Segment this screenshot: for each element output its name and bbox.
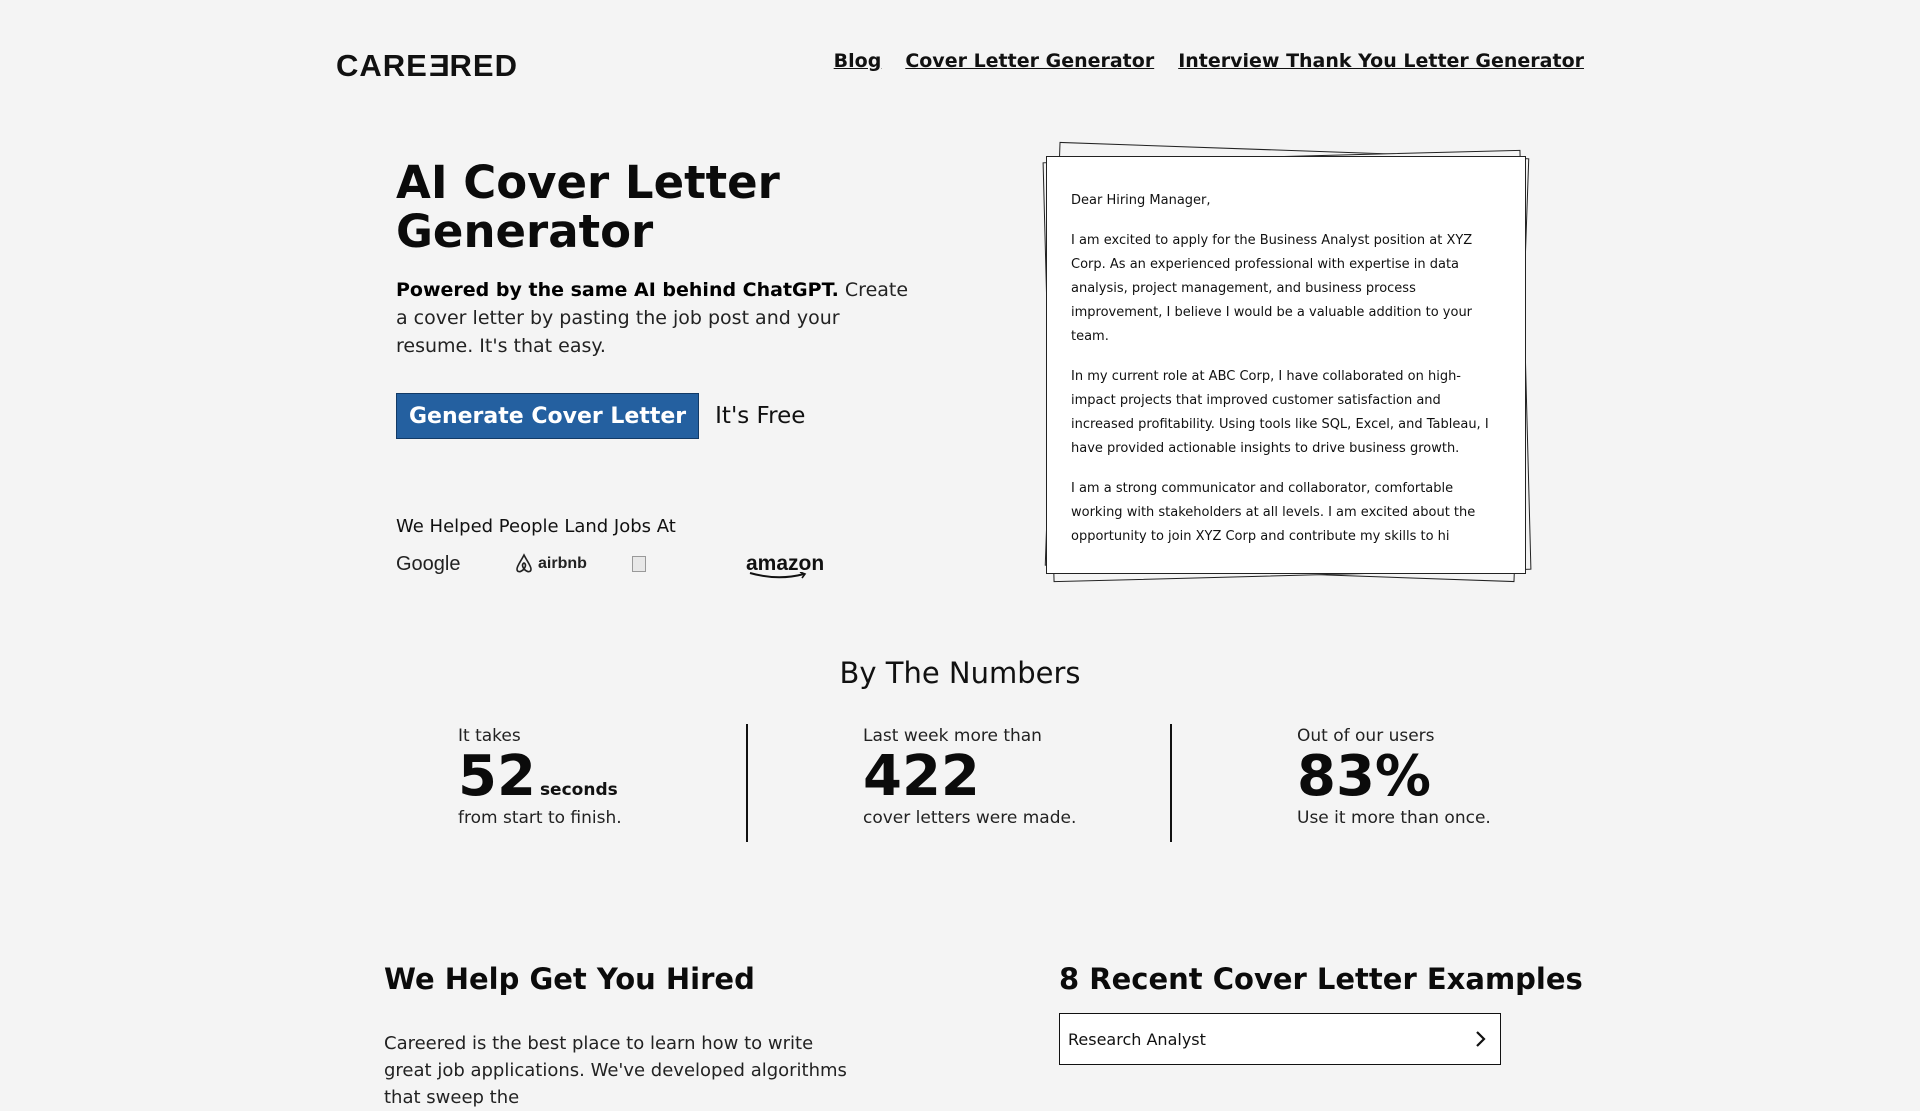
cta-row: Generate Cover Letter It's Free	[396, 393, 805, 439]
careered-logo[interactable]: CAREERED	[336, 48, 518, 84]
stat-value: 52	[458, 744, 536, 809]
chevron-right-icon	[1476, 1031, 1486, 1047]
example-item-label: Research Analyst	[1068, 1029, 1206, 1049]
help-section-text: Careered is the best place to learn how …	[384, 1033, 847, 1108]
letter-paragraph: In my current role at ABC Corp, I have c…	[1071, 369, 1489, 456]
company-logos: Google airbnb amazon	[396, 552, 824, 579]
stat-prefix: Last week more than	[863, 726, 1042, 746]
stat-prefix: It takes	[458, 726, 521, 746]
airbnb-logo: airbnb	[514, 553, 632, 575]
stat-letters: Last week more than 422 cover letters we…	[863, 726, 1076, 828]
stat-suffix: from start to finish.	[458, 808, 622, 828]
example-item-research-analyst[interactable]: Research Analyst	[1059, 1013, 1501, 1065]
stat-suffix: cover letters were made.	[863, 808, 1077, 828]
letter-front-sheet: Dear Hiring Manager, I am excited to app…	[1046, 156, 1526, 574]
stat-users: Out of our users 83% Use it more than on…	[1297, 726, 1491, 828]
stat-suffix: Use it more than once.	[1297, 808, 1491, 828]
stat-divider	[746, 724, 748, 842]
airbnb-wordmark: airbnb	[538, 555, 587, 572]
main-nav: Blog Cover Letter Generator Interview Th…	[834, 50, 1584, 72]
letter-paragraph: I am excited to apply for the Business A…	[1071, 233, 1473, 344]
numbers-section-title: By The Numbers	[839, 656, 1081, 690]
stat-prefix: Out of our users	[1297, 726, 1435, 746]
amazon-smile-icon	[749, 572, 807, 579]
stat-value: 83%	[1297, 744, 1432, 809]
help-section-title: We Help Get You Hired	[384, 962, 755, 996]
helped-companies-label: We Helped People Land Jobs At	[396, 516, 676, 537]
its-free-label: It's Free	[715, 403, 806, 429]
stat-divider	[1170, 724, 1172, 842]
stat-unit: seconds	[539, 780, 618, 800]
stat-time: It takes 52 seconds from start to finish.	[458, 726, 622, 828]
airbnb-icon	[516, 553, 532, 573]
page-title: AI Cover Letter Generator	[396, 156, 780, 258]
google-logo: Google	[396, 552, 461, 575]
amazon-logo: amazon	[746, 552, 824, 579]
letter-greeting: Dear Hiring Manager,	[1071, 193, 1211, 208]
letter-paragraph: I am a strong communicator and collabora…	[1071, 481, 1476, 544]
stat-value: 422	[863, 744, 980, 809]
nav-link-blog[interactable]: Blog	[834, 50, 882, 72]
hero-description-highlight: Powered by the same AI behind ChatGPT.	[396, 279, 839, 301]
generate-cover-letter-button[interactable]: Generate Cover Letter	[396, 393, 700, 439]
nav-link-thank-you-letter-generator[interactable]: Interview Thank You Letter Generator	[1178, 50, 1584, 72]
hero-description: Powered by the same AI behind ChatGPT. C…	[396, 276, 916, 360]
sample-letter-illustration: Dear Hiring Manager, I am excited to app…	[1034, 141, 1534, 586]
broken-image-icon	[632, 556, 646, 572]
nav-link-cover-letter-generator[interactable]: Cover Letter Generator	[905, 50, 1154, 72]
examples-section-title: 8 Recent Cover Letter Examples	[1059, 962, 1583, 996]
